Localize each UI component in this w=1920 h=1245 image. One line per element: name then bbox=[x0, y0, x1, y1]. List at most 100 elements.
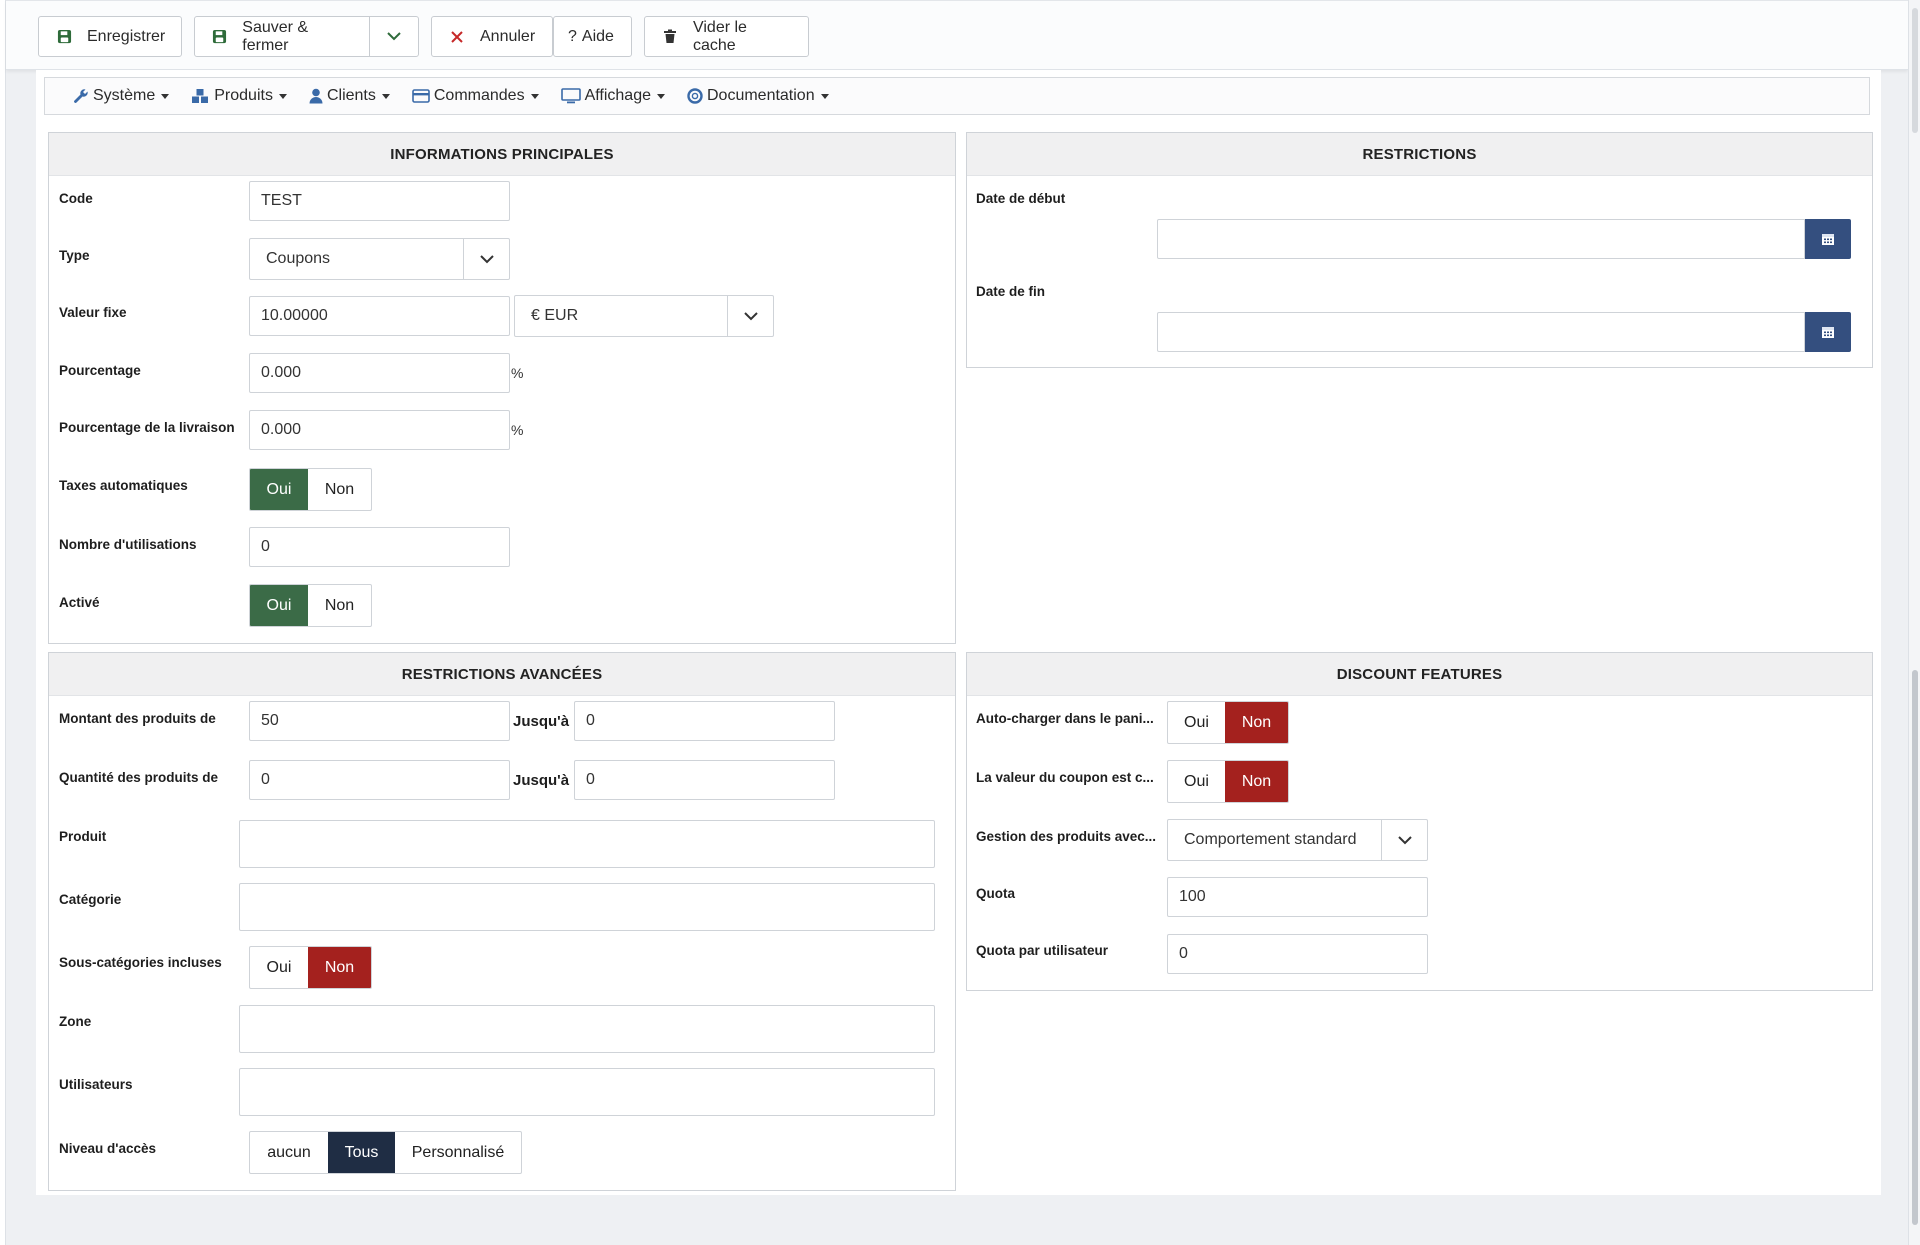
save-close-button[interactable]: Sauver & fermer bbox=[194, 16, 370, 57]
menu-systeme-label: Système bbox=[93, 87, 156, 104]
access-level-label: Niveau d'accès bbox=[59, 1141, 157, 1156]
scrollbar-thumb-top[interactable] bbox=[1912, 8, 1918, 133]
percent-unit: % bbox=[511, 365, 524, 381]
chevron-down-icon bbox=[463, 239, 509, 279]
page-scrollbar[interactable] bbox=[1908, 0, 1920, 1245]
uses-input[interactable]: 0 bbox=[249, 527, 510, 567]
menu-clients[interactable]: Clients bbox=[309, 87, 390, 105]
code-input[interactable]: TEST bbox=[249, 181, 510, 221]
caret-down-icon bbox=[278, 93, 287, 99]
access-custom[interactable]: Personnalisé bbox=[395, 1132, 521, 1173]
coupon-value-label: La valeur du coupon est c... bbox=[976, 770, 1154, 785]
shipping-percent-label: Pourcentage de la livraison bbox=[59, 420, 235, 435]
save-button[interactable]: Enregistrer bbox=[38, 16, 182, 57]
fixed-value-label: Valeur fixe bbox=[59, 305, 127, 320]
product-input[interactable] bbox=[239, 820, 935, 868]
chevron-down-icon bbox=[387, 28, 401, 46]
end-date-input[interactable] bbox=[1157, 312, 1805, 352]
product-management-label: Gestion des produits avec... bbox=[976, 829, 1157, 844]
save-options-dropdown[interactable] bbox=[369, 16, 419, 57]
active-toggle: Oui Non bbox=[249, 584, 372, 627]
user-icon bbox=[309, 88, 323, 104]
calendar-icon bbox=[1822, 234, 1834, 245]
coupon-value-yes[interactable]: Oui bbox=[1168, 761, 1225, 802]
coupon-value-no[interactable]: Non bbox=[1225, 761, 1288, 802]
product-management-value: Comportement standard bbox=[1184, 831, 1357, 848]
menu-commandes[interactable]: Commandes bbox=[412, 87, 539, 105]
wrench-icon bbox=[74, 89, 88, 103]
menu-systeme[interactable]: Système bbox=[73, 87, 170, 105]
active-yes[interactable]: Oui bbox=[250, 585, 308, 626]
amount-from-label: Montant des produits de bbox=[59, 711, 216, 726]
currency-select-value: € EUR bbox=[531, 307, 579, 324]
quota-label: Quota bbox=[976, 886, 1015, 901]
quota-per-user-input[interactable]: 0 bbox=[1167, 934, 1428, 974]
caret-down-icon bbox=[656, 93, 665, 99]
menu-affichage[interactable]: Affichage bbox=[560, 87, 665, 105]
fixed-value-input[interactable]: 10.00000 bbox=[249, 296, 510, 336]
type-select[interactable]: Coupons bbox=[249, 238, 510, 280]
uses-label: Nombre d'utilisations bbox=[59, 537, 197, 552]
menu-commandes-label: Commandes bbox=[433, 87, 525, 104]
subcategories-no[interactable]: Non bbox=[308, 947, 371, 988]
close-icon bbox=[446, 30, 468, 43]
floppy-icon bbox=[209, 29, 230, 44]
menu-documentation-label: Documentation bbox=[706, 87, 815, 104]
floppy-icon bbox=[53, 29, 75, 44]
access-none[interactable]: aucun bbox=[250, 1132, 328, 1173]
menu-documentation[interactable]: Documentation bbox=[687, 87, 829, 105]
start-date-input[interactable] bbox=[1157, 219, 1805, 259]
cancel-button[interactable]: Annuler bbox=[431, 16, 553, 57]
type-select-value: Coupons bbox=[266, 250, 331, 267]
zone-label: Zone bbox=[59, 1014, 92, 1029]
auto-tax-yes[interactable]: Oui bbox=[250, 469, 308, 510]
shipping-percent-input[interactable]: 0.000 bbox=[249, 410, 510, 450]
category-label: Catégorie bbox=[59, 892, 122, 907]
help-button[interactable]: ? Aide bbox=[553, 16, 632, 57]
users-label: Utilisateurs bbox=[59, 1077, 133, 1092]
percent-input[interactable]: 0.000 bbox=[249, 353, 510, 393]
end-date-calendar-button[interactable] bbox=[1805, 312, 1851, 352]
autoload-yes[interactable]: Oui bbox=[1168, 702, 1225, 743]
start-date-calendar-button[interactable] bbox=[1805, 219, 1851, 259]
question-icon: ? bbox=[568, 27, 577, 45]
users-input[interactable] bbox=[239, 1068, 935, 1116]
auto-tax-toggle: Oui Non bbox=[249, 468, 372, 511]
active-no[interactable]: Non bbox=[308, 585, 371, 626]
currency-select[interactable]: € EUR bbox=[514, 295, 774, 337]
amount-until-label: Jusqu'à bbox=[513, 713, 570, 730]
type-label: Type bbox=[59, 248, 90, 263]
caret-down-icon bbox=[820, 93, 829, 99]
scrollbar-thumb[interactable] bbox=[1912, 670, 1918, 1225]
trash-icon bbox=[659, 29, 681, 44]
product-management-select[interactable]: Comportement standard bbox=[1167, 819, 1428, 861]
quota-per-user-label: Quota par utilisateur bbox=[976, 943, 1109, 958]
access-all[interactable]: Tous bbox=[328, 1132, 395, 1173]
life-ring-icon bbox=[687, 88, 703, 104]
quantity-until-label: Jusqu'à bbox=[513, 772, 570, 789]
autoload-no[interactable]: Non bbox=[1225, 702, 1288, 743]
clear-cache-label: Vider le cache bbox=[692, 18, 747, 54]
quota-input[interactable]: 100 bbox=[1167, 877, 1428, 917]
chevron-down-icon bbox=[1381, 820, 1427, 860]
menu-produits[interactable]: Produits bbox=[191, 87, 287, 105]
zone-input[interactable] bbox=[239, 1005, 935, 1053]
subcategories-toggle: Oui Non bbox=[249, 946, 372, 989]
coupon-value-toggle: Oui Non bbox=[1167, 760, 1289, 803]
caret-down-icon bbox=[381, 93, 390, 99]
menu-clients-label: Clients bbox=[326, 87, 376, 104]
discount-features-title: DISCOUNT FEATURES bbox=[967, 653, 1872, 696]
amount-to-input[interactable]: 0 bbox=[574, 701, 835, 741]
autoload-label: Auto-charger dans le pani... bbox=[976, 711, 1154, 726]
caret-down-icon bbox=[161, 93, 170, 99]
calendar-icon bbox=[1822, 327, 1834, 338]
subcategories-yes[interactable]: Oui bbox=[250, 947, 308, 988]
category-input[interactable] bbox=[239, 883, 935, 931]
auto-tax-no[interactable]: Non bbox=[308, 469, 371, 510]
quantity-to-input[interactable]: 0 bbox=[574, 760, 835, 800]
clear-cache-button[interactable]: Vider le cache bbox=[644, 16, 809, 57]
shipping-percent-unit: % bbox=[511, 422, 524, 438]
toolbar: Enregistrer Sauver & fermer Annuler ? Ai… bbox=[6, 0, 1908, 70]
quantity-from-input[interactable]: 0 bbox=[249, 760, 510, 800]
amount-from-input[interactable]: 50 bbox=[249, 701, 510, 741]
